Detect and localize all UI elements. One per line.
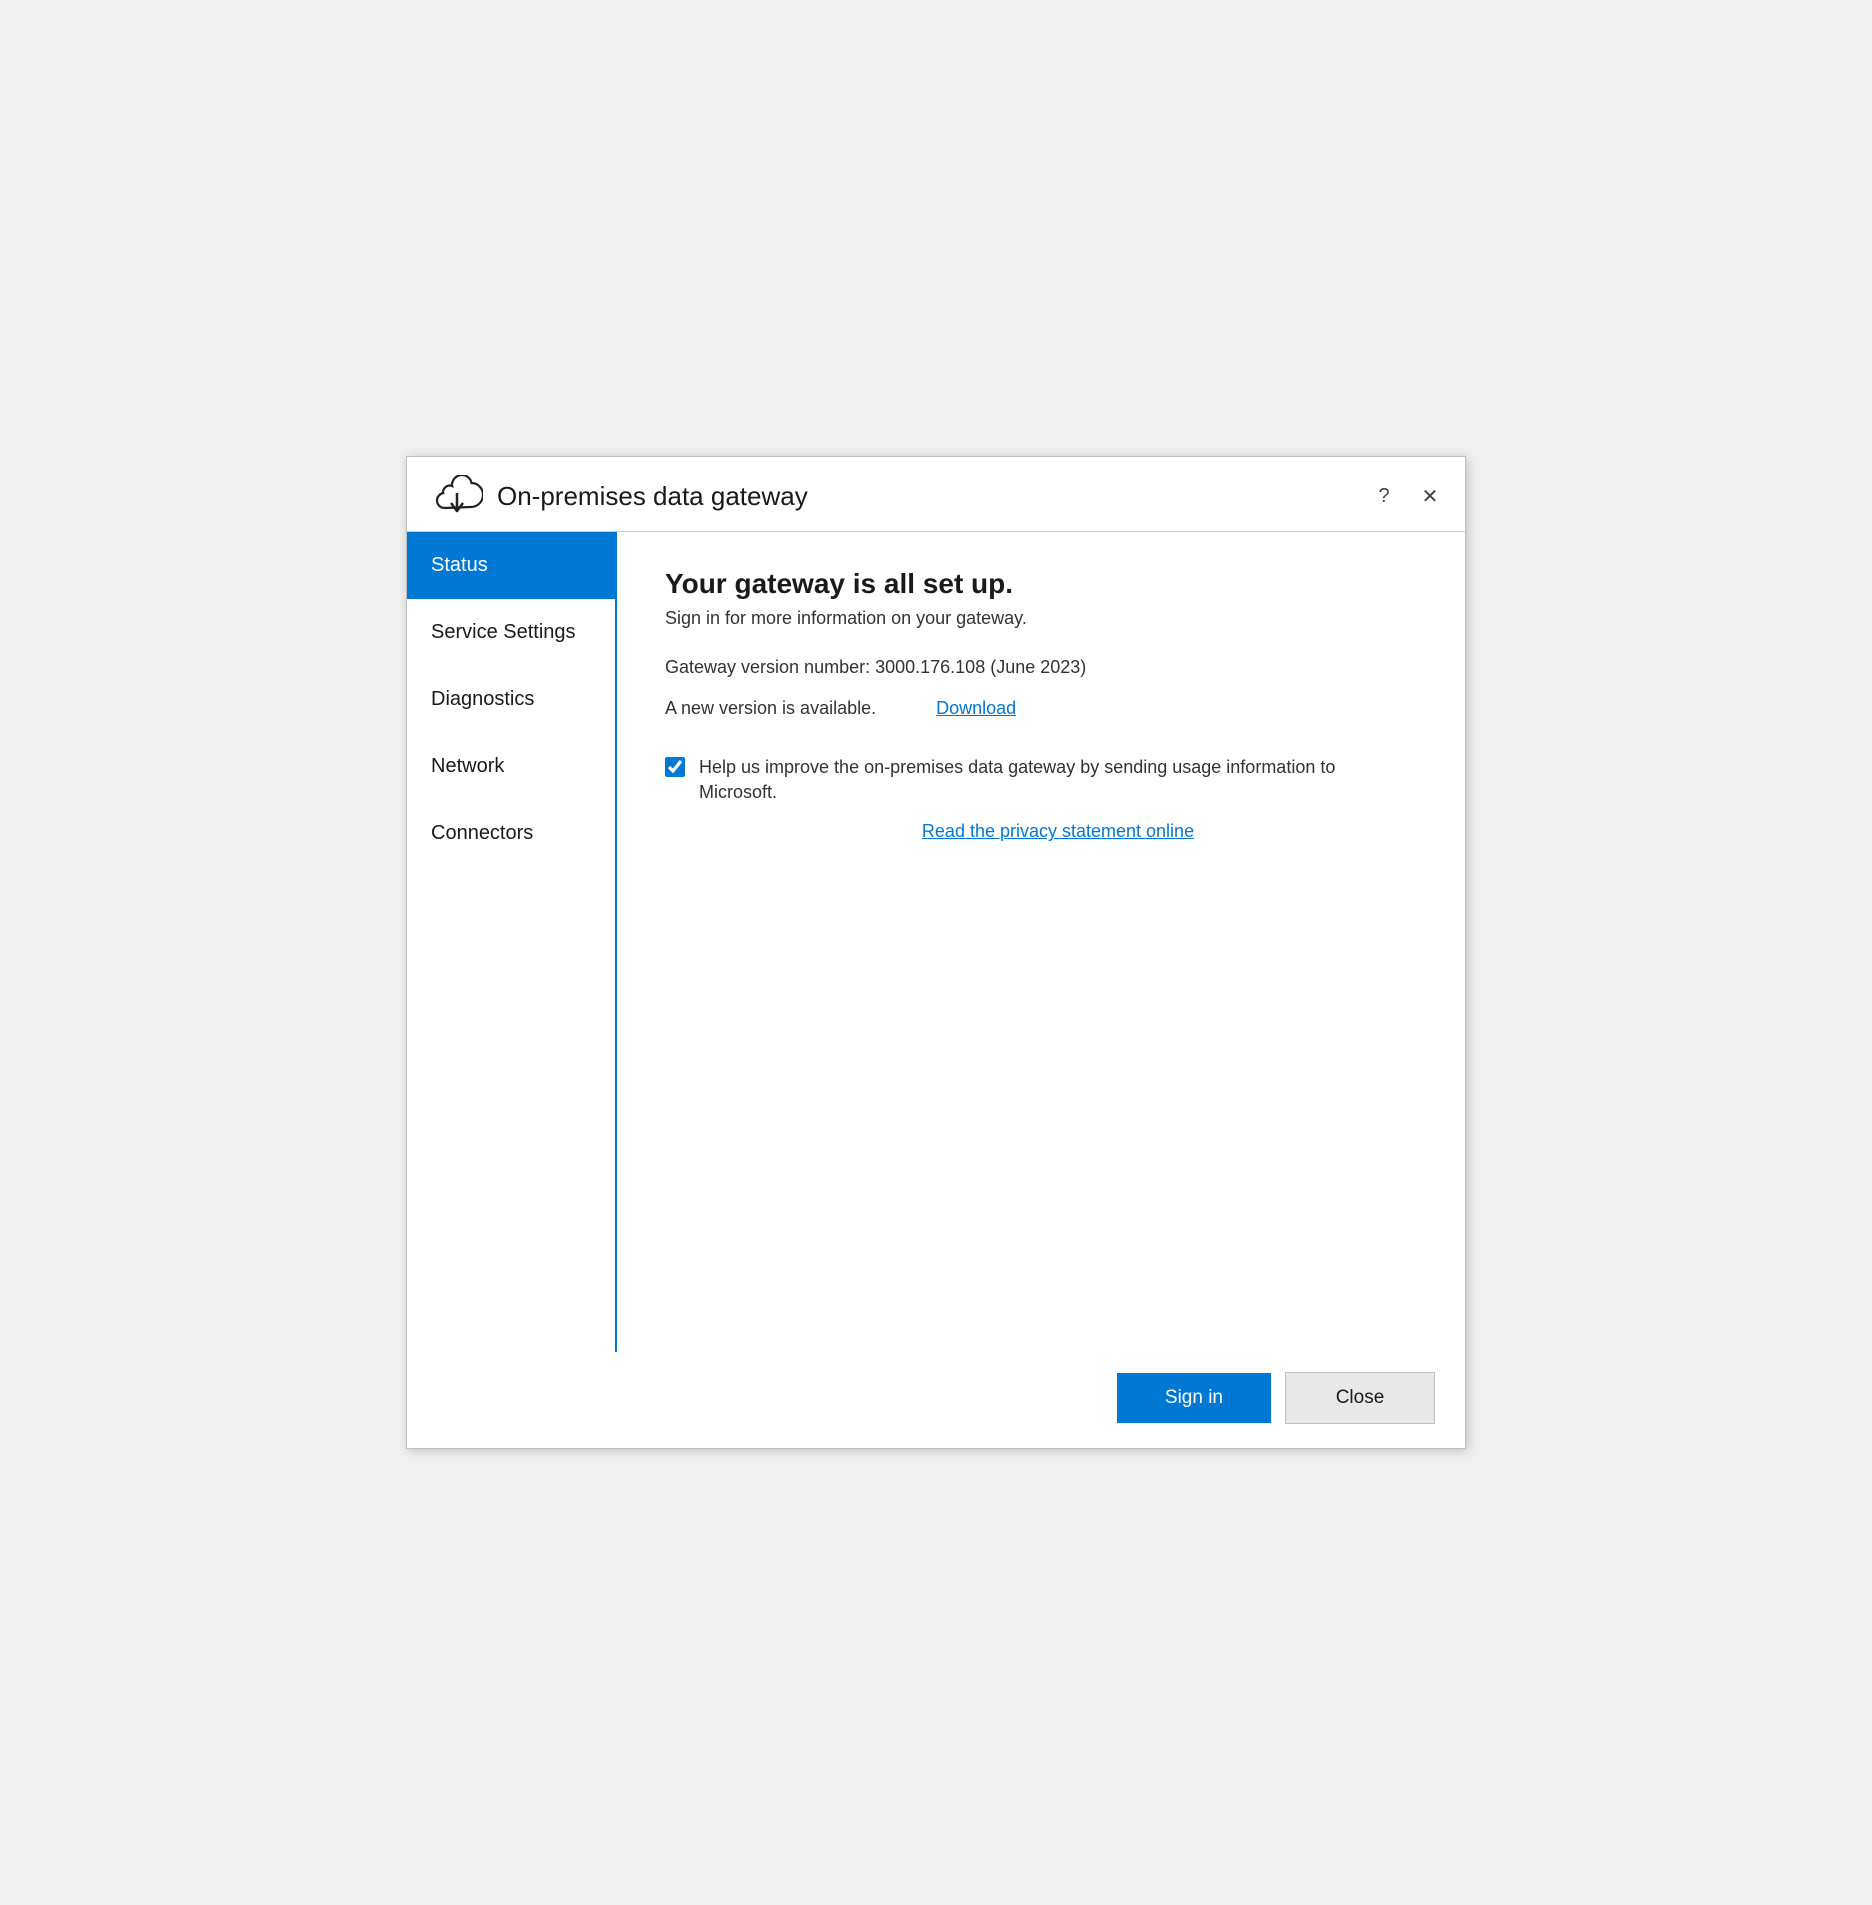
telemetry-checkbox[interactable] [665, 757, 685, 777]
version-text: Gateway version number: 3000.176.108 (Ju… [665, 657, 1417, 678]
app-window: On-premises data gateway ? ✕ Status Serv… [406, 456, 1466, 1449]
sidebar-item-diagnostics[interactable]: Diagnostics [407, 666, 615, 733]
sidebar-item-service-settings[interactable]: Service Settings [407, 599, 615, 666]
content-area: Your gateway is all set up. Sign in for … [617, 532, 1465, 1352]
sidebar: Status Service Settings Diagnostics Netw… [407, 532, 617, 1352]
telemetry-checkbox-label[interactable]: Help us improve the on-premises data gat… [699, 755, 1417, 805]
footer: Sign in Close [407, 1352, 1465, 1448]
cloud-upload-icon [431, 475, 483, 517]
new-version-label: A new version is available. [665, 698, 876, 719]
help-button[interactable]: ? [1369, 481, 1399, 511]
titlebar-left: On-premises data gateway [431, 475, 808, 517]
new-version-row: A new version is available. Download [665, 698, 1417, 719]
close-button[interactable]: Close [1285, 1372, 1435, 1424]
status-subtext: Sign in for more information on your gat… [665, 608, 1417, 629]
content-spacer [665, 842, 1417, 1312]
status-heading: Your gateway is all set up. [665, 568, 1417, 600]
signin-button[interactable]: Sign in [1117, 1373, 1271, 1423]
titlebar-right: ? ✕ [1369, 481, 1445, 511]
telemetry-checkbox-row: Help us improve the on-premises data gat… [665, 755, 1417, 805]
titlebar: On-premises data gateway ? ✕ [407, 457, 1465, 531]
privacy-link[interactable]: Read the privacy statement online [699, 821, 1417, 842]
app-title: On-premises data gateway [497, 481, 808, 512]
download-link[interactable]: Download [936, 698, 1016, 719]
sidebar-item-connectors[interactable]: Connectors [407, 800, 615, 867]
main-content: Status Service Settings Diagnostics Netw… [407, 532, 1465, 1352]
sidebar-item-status[interactable]: Status [407, 532, 615, 599]
window-close-button[interactable]: ✕ [1415, 481, 1445, 511]
sidebar-item-network[interactable]: Network [407, 733, 615, 800]
